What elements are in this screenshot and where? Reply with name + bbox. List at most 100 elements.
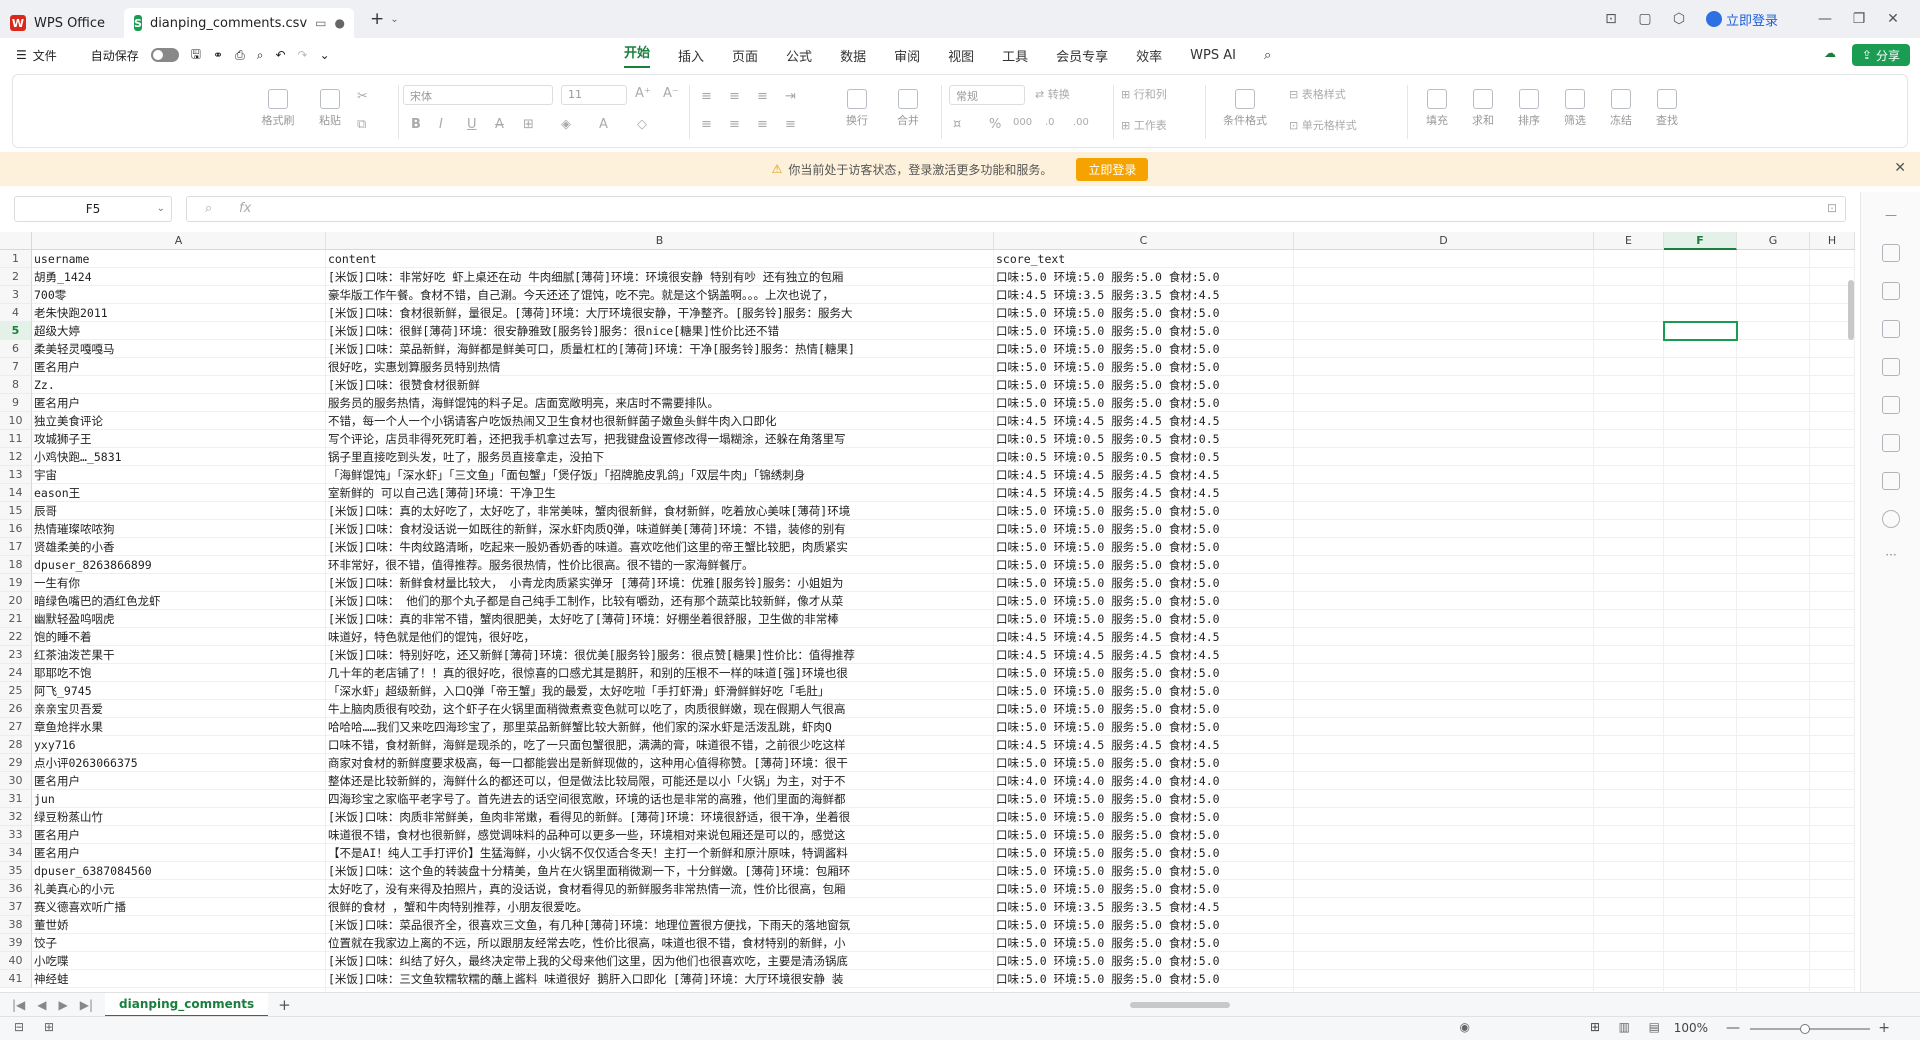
- cell-b2[interactable]: [米饭]口味：非常好吃 虾上桌还在动 牛肉细腻[薄荷]环境：环境很安静 特别有吵…: [326, 268, 994, 286]
- cell-a1[interactable]: username: [32, 250, 326, 268]
- fx-icon[interactable]: fx: [239, 201, 251, 216]
- cell-b1[interactable]: content: [326, 250, 994, 268]
- tab-member[interactable]: 会员专享: [1056, 46, 1108, 65]
- align-center-icon[interactable]: ≡: [729, 117, 740, 132]
- login-link[interactable]: 立即登录: [1705, 10, 1778, 29]
- cell-b21[interactable]: [米饭]口味：真的非常不错，蟹肉很肥美，太好吃了[薄荷]环境：好棚坐着很舒服，卫…: [326, 610, 994, 628]
- cell-a10[interactable]: 独立美食评论: [32, 412, 326, 430]
- cell-a21[interactable]: 幽默轻盈呜咽虎: [32, 610, 326, 628]
- cell-a34[interactable]: 匿名用户: [32, 844, 326, 862]
- cell-c35[interactable]: 口味:5.0 环境:5.0 服务:5.0 食材:5.0: [994, 862, 1594, 880]
- cell-b37[interactable]: 很鲜的食材 ，蟹和牛肉特别推荐，小朋友很爱吃。: [326, 898, 994, 916]
- cell-c34[interactable]: 口味:5.0 环境:5.0 服务:5.0 食材:5.0: [994, 844, 1594, 862]
- convert-button[interactable]: ⇄ 转换: [1035, 86, 1070, 102]
- more-icon[interactable]: ···: [1882, 548, 1900, 566]
- cell-c24[interactable]: 口味:5.0 环境:5.0 服务:5.0 食材:5.0: [994, 664, 1594, 682]
- border-icon[interactable]: ⊞: [523, 117, 534, 132]
- cell-a5[interactable]: 超级大婷: [32, 322, 326, 340]
- row-header-29[interactable]: 29: [0, 754, 32, 772]
- cell-a37[interactable]: 赛义德喜欢听广播: [32, 898, 326, 916]
- fill-button[interactable]: 填充: [1417, 89, 1457, 128]
- wrap-button[interactable]: 换行: [835, 89, 879, 128]
- settings-sliders-icon[interactable]: [1882, 282, 1900, 300]
- cell-c39[interactable]: 口味:5.0 环境:5.0 服务:5.0 食材:5.0: [994, 934, 1594, 952]
- cell-style-button[interactable]: ⊡ 单元格样式: [1289, 117, 1357, 133]
- sort-button[interactable]: 排序: [1509, 89, 1549, 128]
- cell-a40[interactable]: 小吃喋: [32, 952, 326, 970]
- cut-icon[interactable]: ✂: [357, 89, 368, 104]
- align-right-icon[interactable]: ≡: [757, 117, 768, 132]
- decrease-decimal-icon[interactable]: .00: [1073, 117, 1089, 128]
- hamburger-icon[interactable]: ☰: [16, 48, 27, 62]
- clear-icon[interactable]: ◇: [637, 117, 647, 132]
- cell-a36[interactable]: 礼美真心的小元: [32, 880, 326, 898]
- cell-c2[interactable]: 口味:5.0 环境:5.0 服务:5.0 食材:5.0: [994, 268, 1594, 286]
- increase-font-icon[interactable]: A⁺: [635, 86, 651, 101]
- cell-c31[interactable]: 口味:5.0 环境:5.0 服务:5.0 食材:5.0: [994, 790, 1594, 808]
- restore-icon[interactable]: ❐: [1842, 11, 1876, 27]
- cell-c17[interactable]: 口味:5.0 环境:5.0 服务:5.0 食材:5.0: [994, 538, 1594, 556]
- wps-home-tab[interactable]: W WPS Office: [0, 8, 118, 38]
- cell-c10[interactable]: 口味:4.5 环境:4.5 服务:4.5 食材:4.5: [994, 412, 1594, 430]
- cell-a27[interactable]: 章鱼炝拌水果: [32, 718, 326, 736]
- row-header-2[interactable]: 2: [0, 268, 32, 286]
- link-icon[interactable]: ⚭: [213, 48, 223, 62]
- italic-icon[interactable]: I: [439, 117, 443, 132]
- expand-formula-icon[interactable]: ⊡: [1827, 201, 1837, 215]
- cell-a30[interactable]: 匿名用户: [32, 772, 326, 790]
- currency-icon[interactable]: ¤: [953, 117, 961, 132]
- cell-b36[interactable]: 太好吃了，没有来得及拍照片，真的没话说，食材看得见的新鲜服务非常热情一流，性价比…: [326, 880, 994, 898]
- select-pointer-icon[interactable]: [1882, 244, 1900, 262]
- cell-b33[interactable]: 味道很不错，食材也很新鲜，感觉调味料的品种可以更多一些，环境相对来说包厢还是可以…: [326, 826, 994, 844]
- freeze-button[interactable]: 冻结: [1601, 89, 1641, 128]
- row-header-11[interactable]: 11: [0, 430, 32, 448]
- row-header-4[interactable]: 4: [0, 304, 32, 322]
- row-header-23[interactable]: 23: [0, 646, 32, 664]
- tools-icon[interactable]: [1882, 358, 1900, 376]
- row-header-25[interactable]: 25: [0, 682, 32, 700]
- cell-a25[interactable]: 阿飞_9745: [32, 682, 326, 700]
- cell-b4[interactable]: [米饭]口味：食材很新鲜，量很足。[薄荷]环境：大厅环境很安静，干净整齐。[服务…: [326, 304, 994, 322]
- cell-c33[interactable]: 口味:5.0 环境:5.0 服务:5.0 食材:5.0: [994, 826, 1594, 844]
- sheet-tab-dianping-comments[interactable]: dianping_comments: [105, 992, 269, 1017]
- notice-login-button[interactable]: 立即登录: [1076, 157, 1149, 181]
- screenshot-icon[interactable]: ⊡: [1594, 11, 1628, 27]
- cell-c6[interactable]: 口味:5.0 环境:5.0 服务:5.0 食材:5.0: [994, 340, 1594, 358]
- zoom-level[interactable]: 100%: [1674, 1021, 1708, 1035]
- zoom-formula-icon[interactable]: ⌕: [205, 201, 212, 216]
- file-menu[interactable]: 文件: [33, 47, 57, 64]
- cell-c32[interactable]: 口味:5.0 环境:5.0 服务:5.0 食材:5.0: [994, 808, 1594, 826]
- row-header-28[interactable]: 28: [0, 736, 32, 754]
- filter-button[interactable]: 筛选: [1555, 89, 1595, 128]
- row-header-1[interactable]: 1: [0, 250, 32, 268]
- cell-a26[interactable]: 亲亲宝贝吾爱: [32, 700, 326, 718]
- format-painter-button[interactable]: 格式刷: [253, 89, 303, 128]
- cloud-upload-icon[interactable]: ☁: [1824, 46, 1836, 60]
- row-header-8[interactable]: 8: [0, 376, 32, 394]
- column-header-a[interactable]: A: [32, 232, 326, 250]
- row-header-36[interactable]: 36: [0, 880, 32, 898]
- cell-a15[interactable]: 辰哥: [32, 502, 326, 520]
- cell-a35[interactable]: dpuser_6387084560: [32, 862, 326, 880]
- share-button[interactable]: ⇪ 分享: [1851, 44, 1910, 66]
- row-header-20[interactable]: 20: [0, 592, 32, 610]
- last-sheet-icon[interactable]: ▶|: [80, 998, 93, 1012]
- row-header-17[interactable]: 17: [0, 538, 32, 556]
- increase-decimal-icon[interactable]: .0: [1045, 117, 1055, 128]
- cell-a7[interactable]: 匿名用户: [32, 358, 326, 376]
- font-color-icon[interactable]: A: [599, 117, 608, 132]
- cell-c12[interactable]: 口味:0.5 环境:0.5 服务:0.5 食材:0.5: [994, 448, 1594, 466]
- cell-c26[interactable]: 口味:5.0 环境:5.0 服务:5.0 食材:5.0: [994, 700, 1594, 718]
- justify-icon[interactable]: ≡: [785, 117, 796, 132]
- column-header-g[interactable]: G: [1737, 232, 1810, 250]
- cell-a2[interactable]: 胡勇_1424: [32, 268, 326, 286]
- cell-c22[interactable]: 口味:4.5 环境:4.5 服务:4.5 食材:4.5: [994, 628, 1594, 646]
- prev-sheet-icon[interactable]: ◀: [37, 998, 46, 1012]
- cell-b40[interactable]: [米饭]口味：纠结了好久，最终决定带上我的父母来他们这里，因为他们也很喜欢吃，主…: [326, 952, 994, 970]
- font-size-select[interactable]: 11: [561, 85, 627, 105]
- number-format-select[interactable]: 常规: [949, 85, 1025, 105]
- cell-a14[interactable]: eason王: [32, 484, 326, 502]
- tag-icon[interactable]: [1882, 472, 1900, 490]
- find-button[interactable]: 查找: [1647, 89, 1687, 128]
- select-all-corner[interactable]: [0, 232, 32, 250]
